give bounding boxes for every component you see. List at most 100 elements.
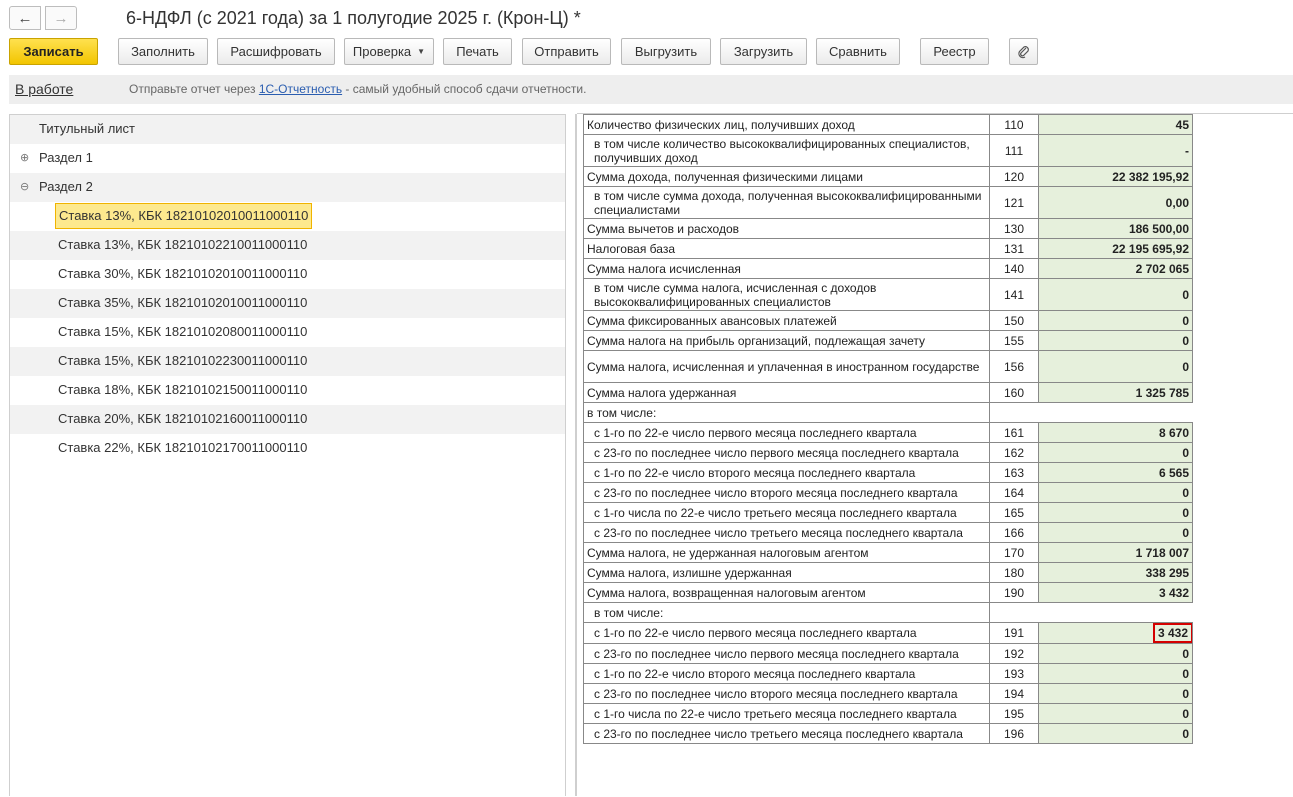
row-value-cell[interactable]: - bbox=[1038, 134, 1193, 167]
row-value-cell[interactable]: 338 295 bbox=[1038, 562, 1193, 583]
tree-item-label: Ставка 35%, КБК 18210102010011000110 bbox=[58, 295, 308, 310]
report-row: с 1-го числа по 22-е число третьего меся… bbox=[583, 703, 1193, 724]
row-value-cell[interactable]: 1 325 785 bbox=[1038, 382, 1193, 403]
row-description: Сумма налога исчисленная bbox=[583, 258, 990, 279]
row-description: с 1-го по 22-е число второго месяца посл… bbox=[583, 663, 990, 684]
report-row: с 23-го по последнее число второго месяц… bbox=[583, 683, 1193, 704]
row-value-cell[interactable]: 0 bbox=[1038, 310, 1193, 331]
row-code: 193 bbox=[989, 663, 1039, 684]
row-value-cell[interactable]: 0 bbox=[1038, 442, 1193, 463]
row-code: 111 bbox=[989, 134, 1039, 167]
row-value-cell[interactable]: 22 382 195,92 bbox=[1038, 166, 1193, 187]
export-button[interactable]: Выгрузить bbox=[621, 38, 711, 65]
row-value-cell[interactable]: 0 bbox=[1038, 330, 1193, 351]
row-value-cell[interactable]: 1 718 007 bbox=[1038, 542, 1193, 563]
tree-item-label: Ставка 20%, КБК 18210102160011000110 bbox=[58, 411, 308, 426]
row-code: 195 bbox=[989, 703, 1039, 724]
report-row: Сумма дохода, полученная физическими лиц… bbox=[583, 166, 1193, 187]
back-arrow-icon[interactable]: ← bbox=[9, 6, 41, 30]
row-value-cell[interactable]: 45 bbox=[1038, 114, 1193, 135]
compare-button[interactable]: Сравнить bbox=[816, 38, 900, 65]
row-description: с 1-го по 22-е число второго месяца посл… bbox=[583, 462, 990, 483]
attach-button[interactable] bbox=[1009, 38, 1038, 65]
row-value-cell[interactable]: 0 bbox=[1038, 663, 1193, 684]
row-code: 162 bbox=[989, 442, 1039, 463]
window-title: 6-НДФЛ (с 2021 года) за 1 полугодие 2025… bbox=[126, 8, 581, 28]
tree-item-label: Ставка 15%, КБК 18210102230011000110 bbox=[58, 353, 308, 368]
row-value-cell[interactable]: 0 bbox=[1038, 482, 1193, 503]
tree-item-rate[interactable]: Ставка 22%, КБК 18210102170011000110 bbox=[10, 434, 565, 463]
row-value-cell[interactable]: 3 432 bbox=[1038, 622, 1193, 644]
forward-arrow-icon[interactable]: → bbox=[45, 6, 77, 30]
row-value-cell[interactable]: 0 bbox=[1038, 683, 1193, 704]
fill-button[interactable]: Заполнить bbox=[118, 38, 208, 65]
row-value-cell[interactable]: 0,00 bbox=[1038, 186, 1193, 219]
row-description: с 1-го числа по 22-е число третьего меся… bbox=[583, 502, 990, 523]
info-message: Отправьте отчет через 1С-Отчетность - са… bbox=[129, 82, 586, 96]
row-value-cell[interactable]: 0 bbox=[1038, 522, 1193, 543]
report-row: в том числе сумма налога, исчисленная с … bbox=[583, 278, 1193, 311]
row-description: в том числе сумма дохода, полученная выс… bbox=[583, 186, 990, 219]
print-button[interactable]: Печать bbox=[443, 38, 512, 65]
save-button[interactable]: Записать bbox=[9, 38, 98, 65]
row-code: 120 bbox=[989, 166, 1039, 187]
tree-item-rate[interactable]: Ставка 13%, КБК 18210102010011000110 bbox=[10, 202, 565, 231]
row-value-cell[interactable]: 0 bbox=[1038, 723, 1193, 744]
expand-icon[interactable]: ⊕ bbox=[20, 144, 29, 172]
row-value-cell[interactable]: 0 bbox=[1038, 350, 1193, 383]
row-code: 131 bbox=[989, 238, 1039, 259]
row-description: Количество физических лиц, получивших до… bbox=[583, 114, 990, 135]
row-description: Сумма налога удержанная bbox=[583, 382, 990, 403]
row-code: 130 bbox=[989, 218, 1039, 239]
tree-item-rate[interactable]: Ставка 15%, КБК 18210102080011000110 bbox=[10, 318, 565, 347]
tree-item-rate[interactable]: Ставка 20%, КБК 18210102160011000110 bbox=[10, 405, 565, 434]
collapse-icon[interactable]: ⊖ bbox=[20, 173, 29, 201]
row-code: 150 bbox=[989, 310, 1039, 331]
report-row: Налоговая база 131 22 195 695,92 bbox=[583, 238, 1193, 259]
decode-button[interactable]: Расшифровать bbox=[217, 38, 335, 65]
tree-item-rate[interactable]: Ставка 30%, КБК 18210102010011000110 bbox=[10, 260, 565, 289]
tree-item-title-page[interactable]: Титульный лист bbox=[10, 115, 565, 144]
row-code: 194 bbox=[989, 683, 1039, 704]
row-value-cell[interactable]: 0 bbox=[1038, 643, 1193, 664]
report-row: с 1-го по 22-е число первого месяца посл… bbox=[583, 622, 1193, 644]
check-dropdown-button[interactable]: Проверка ▼ bbox=[344, 38, 434, 65]
report-row: с 1-го по 22-е число второго месяца посл… bbox=[583, 462, 1193, 483]
report-row: с 23-го по последнее число третьего меся… bbox=[583, 723, 1193, 744]
import-button[interactable]: Загрузить bbox=[720, 38, 807, 65]
row-value-cell[interactable]: 2 702 065 bbox=[1038, 258, 1193, 279]
row-code: 161 bbox=[989, 422, 1039, 443]
registry-button[interactable]: Реестр bbox=[920, 38, 989, 65]
row-description: с 23-го по последнее число второго месяц… bbox=[583, 482, 990, 503]
report-row: с 23-го по последнее число третьего меся… bbox=[583, 522, 1193, 543]
row-value-cell[interactable]: 8 670 bbox=[1038, 422, 1193, 443]
paperclip-icon bbox=[1017, 45, 1029, 58]
tree-item-rate[interactable]: Ставка 13%, КБК 18210102210011000110 bbox=[10, 231, 565, 260]
dropdown-caret-icon: ▼ bbox=[417, 47, 426, 56]
tree-item-rate[interactable]: Ставка 35%, КБК 18210102010011000110 bbox=[10, 289, 565, 318]
row-value-cell[interactable]: 186 500,00 bbox=[1038, 218, 1193, 239]
row-value-cell[interactable]: 6 565 bbox=[1038, 462, 1193, 483]
command-bar: Записать Заполнить Расшифровать Проверка… bbox=[0, 38, 1293, 68]
tree-item-rate[interactable]: Ставка 15%, КБК 18210102230011000110 bbox=[10, 347, 565, 376]
tree-item-section-2[interactable]: ⊖ Раздел 2 bbox=[10, 173, 565, 202]
info-bar: В работе Отправьте отчет через 1С-Отчетн… bbox=[9, 75, 1293, 104]
row-code: 192 bbox=[989, 643, 1039, 664]
reporting-link[interactable]: 1С-Отчетность bbox=[259, 82, 342, 96]
report-row: Количество физических лиц, получивших до… bbox=[583, 114, 1193, 135]
tree-item-label: Ставка 13%, КБК 18210102210011000110 bbox=[58, 237, 308, 252]
status-link[interactable]: В работе bbox=[15, 81, 73, 97]
info-text-after: - самый удобный способ сдачи отчетности. bbox=[342, 82, 587, 96]
row-value-cell[interactable]: 0 bbox=[1038, 703, 1193, 724]
tree-item-rate[interactable]: Ставка 18%, КБК 18210102150011000110 bbox=[10, 376, 565, 405]
row-value-cell[interactable]: 0 bbox=[1038, 502, 1193, 523]
row-value-cell bbox=[1038, 602, 1193, 623]
row-value-cell[interactable]: 0 bbox=[1038, 278, 1193, 311]
row-description: с 1-го по 22-е число первого месяца посл… bbox=[583, 422, 990, 443]
row-value-cell[interactable]: 3 432 bbox=[1038, 582, 1193, 603]
report-row: Сумма налога на прибыль организаций, под… bbox=[583, 330, 1193, 351]
tree-item-section-1[interactable]: ⊕ Раздел 1 bbox=[10, 144, 565, 173]
row-value-cell[interactable]: 22 195 695,92 bbox=[1038, 238, 1193, 259]
send-button[interactable]: Отправить bbox=[522, 38, 611, 65]
row-description: Сумма налога, излишне удержанная bbox=[583, 562, 990, 583]
